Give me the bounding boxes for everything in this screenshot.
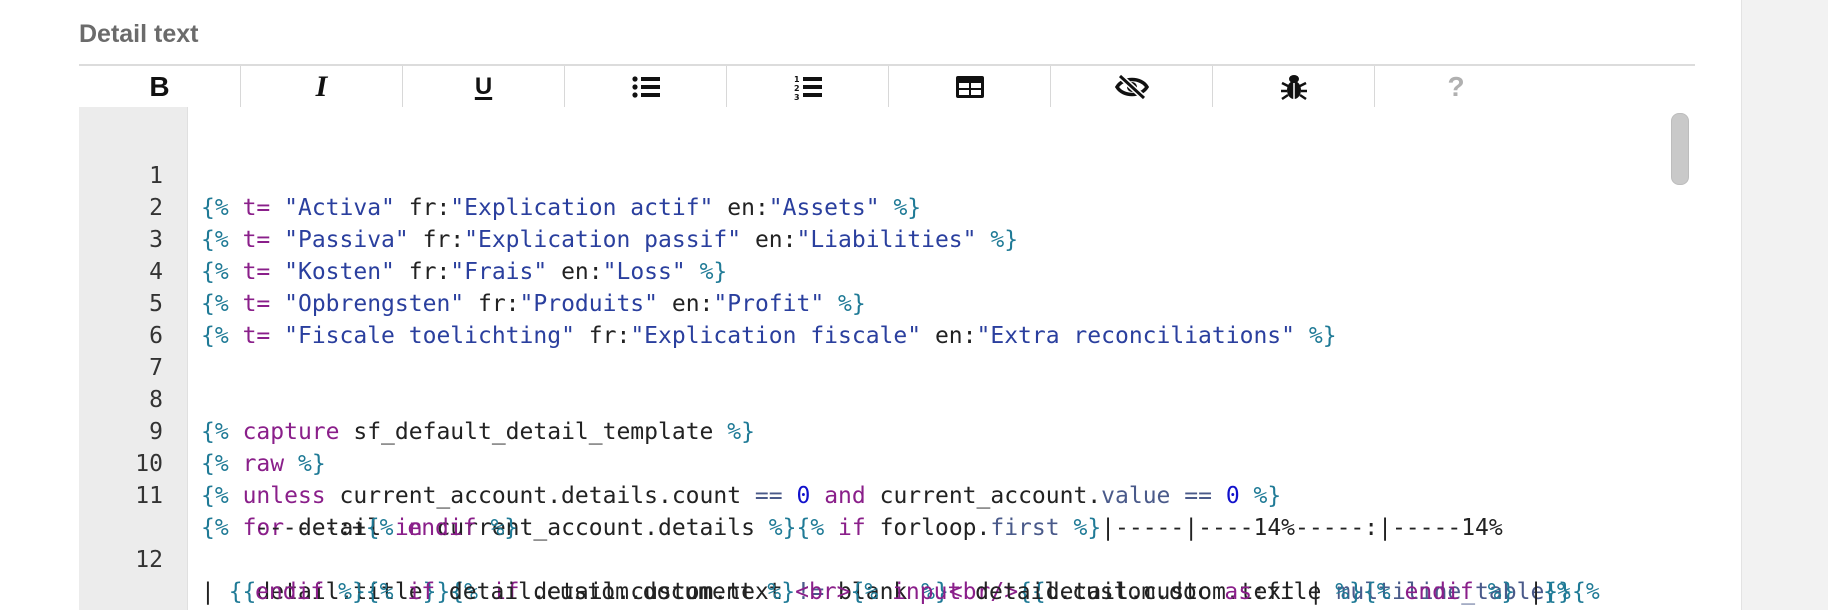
svg-text:2: 2 — [794, 84, 800, 93]
underline-button[interactable]: U — [403, 66, 565, 108]
debug-button[interactable] — [1213, 66, 1375, 108]
help-button[interactable]: ? — [1375, 66, 1537, 108]
code-line: 10 {% unless current_account.details.cou… — [79, 416, 1695, 509]
code-line: 11 {% for detail in current_account.deta… — [79, 448, 1695, 541]
detail-text-panel: Detail text B I U 1 2 3 ? 1 {% t= "Activ… — [0, 0, 1742, 610]
numbered-list-button[interactable]: 1 2 3 — [727, 66, 889, 108]
code-line: 7 — [79, 320, 1695, 381]
code-lines: 1 {% t= "Activa" fr:"Explication actif" … — [79, 128, 1695, 608]
underline-icon: U — [474, 73, 493, 100]
hide-button[interactable] — [1051, 66, 1213, 108]
bold-button[interactable]: B — [79, 66, 241, 108]
code-line: 4 {% t= "Opbrengsten" fr:"Produits" en:"… — [79, 224, 1695, 317]
code-line: 2 {% t= "Passiva" fr:"Explication passif… — [79, 160, 1695, 253]
code-line: 8 {% capture sf_default_detail_template … — [79, 352, 1695, 445]
section-title: Detail text — [79, 20, 199, 48]
table-button[interactable] — [889, 66, 1051, 108]
code-line: 1 {% t= "Activa" fr:"Explication actif" … — [79, 128, 1695, 221]
bullet-list-icon — [631, 76, 660, 98]
svg-text:3: 3 — [794, 93, 800, 100]
code-line: ------:+{% endif %} — [255, 515, 519, 541]
bold-icon: B — [149, 71, 170, 102]
code-line: endif %}{% if detail.custom.document %}<… — [255, 579, 1571, 605]
code-line: if current_account.liability_or_income %… — [79, 576, 1695, 608]
code-line: 12 | {{detail.title}}{% if detail.custom… — [79, 512, 1695, 605]
eye-slash-icon — [1114, 74, 1149, 100]
code-line: 6 — [79, 288, 1695, 349]
code-line: 9 {% raw %} — [79, 384, 1695, 477]
bug-icon — [1280, 75, 1307, 101]
code-editor[interactable]: 1 {% t= "Activa" fr:"Explication actif" … — [79, 107, 1695, 610]
code-line: 5 {% t= "Fiscale toelichting" fr:"Explic… — [79, 256, 1695, 349]
question-icon: ? — [1447, 71, 1465, 102]
italic-icon: I — [315, 70, 328, 103]
editor-toolbar: B I U 1 2 3 ? — [79, 64, 1695, 109]
bullet-list-button[interactable] — [565, 66, 727, 108]
svg-text:1: 1 — [794, 75, 800, 84]
numbered-list-icon: 1 2 3 — [794, 75, 822, 100]
italic-button[interactable]: I — [241, 66, 403, 108]
code-line: 3 {% t= "Kosten" fr:"Frais" en:"Loss" %} — [79, 192, 1695, 285]
table-icon — [955, 76, 984, 98]
